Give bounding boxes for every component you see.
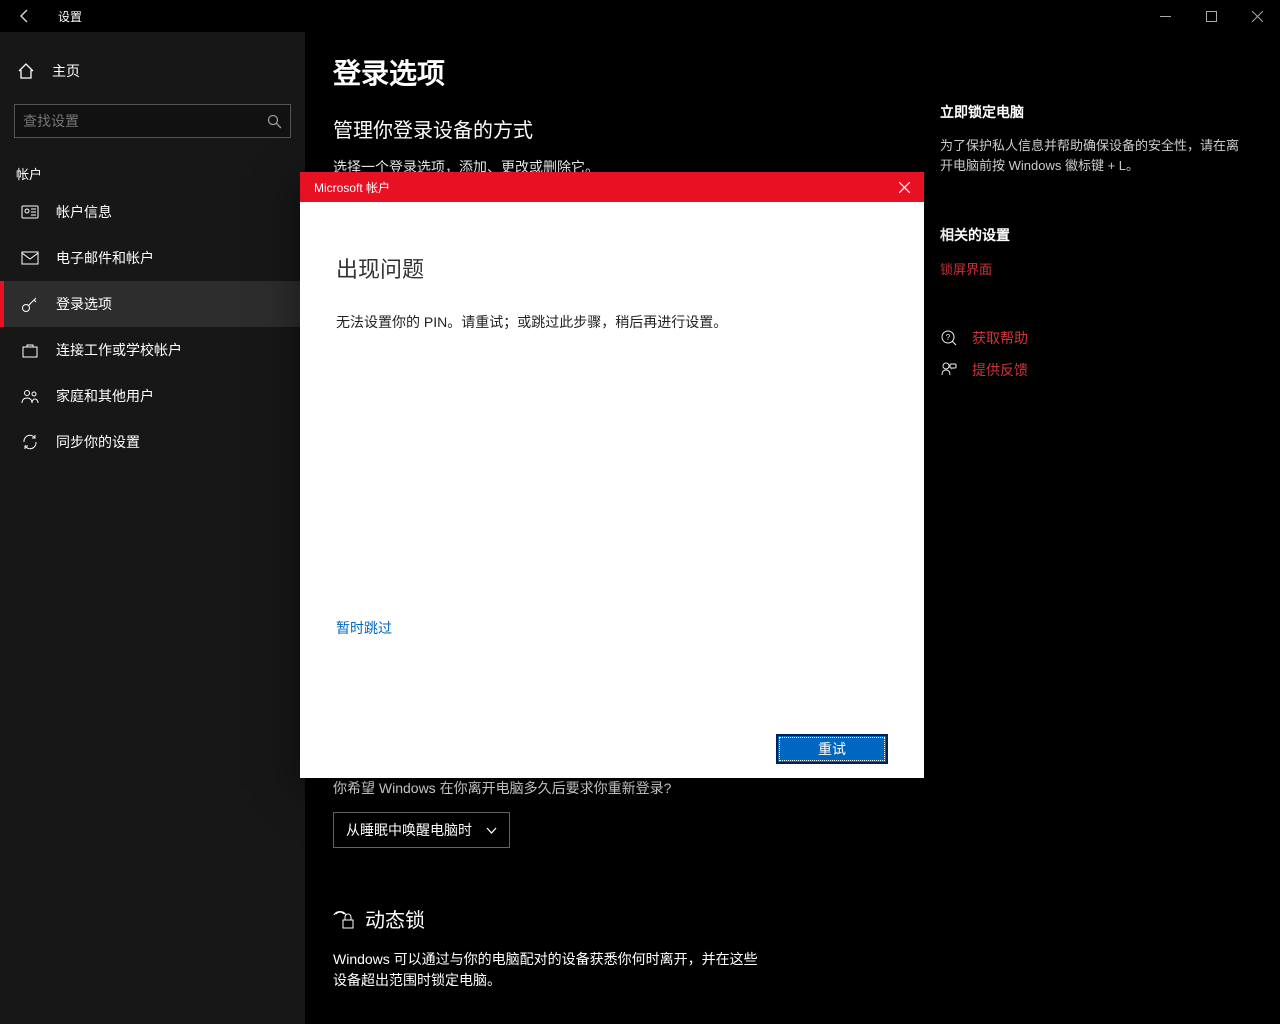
minimize-button[interactable] <box>1142 0 1188 32</box>
sidebar-item-work-school[interactable]: 连接工作或学校帐户 <box>0 327 305 373</box>
lockscreen-link[interactable]: 锁屏界面 <box>940 259 1240 278</box>
sync-icon <box>20 433 40 451</box>
dialog-header: Microsoft 帐户 <box>300 172 924 202</box>
search-icon <box>267 114 282 129</box>
key-icon <box>20 295 40 313</box>
page-title: 登录选项 <box>333 52 940 92</box>
sidebar-item-signin-options[interactable]: 登录选项 <box>0 281 305 327</box>
relogin-dropdown[interactable]: 从睡眠中唤醒电脑时 <box>333 812 510 848</box>
dialog-header-title: Microsoft 帐户 <box>314 179 390 196</box>
home-icon <box>16 62 36 80</box>
maximize-button[interactable] <box>1188 0 1234 32</box>
dialog-retry-button[interactable]: 重试 <box>776 734 888 764</box>
back-button[interactable] <box>10 1 40 31</box>
lock-heading: 立即锁定电脑 <box>940 102 1240 122</box>
account-info-icon <box>20 203 40 221</box>
search-box[interactable] <box>14 104 291 138</box>
chevron-down-icon <box>486 825 497 836</box>
sidebar-item-account-info[interactable]: 帐户信息 <box>0 189 305 235</box>
titlebar: 设置 <box>0 0 1280 32</box>
sidebar-item-label: 电子邮件和帐户 <box>56 248 154 268</box>
dynamic-lock-title: 动态锁 <box>365 904 425 933</box>
sidebar-item-label: 家庭和其他用户 <box>56 386 154 406</box>
window-title: 设置 <box>58 8 82 25</box>
relogin-prompt: 你希望 Windows 在你离开电脑多久后要求你重新登录? <box>333 778 940 798</box>
sidebar-item-label: 同步你的设置 <box>56 432 140 452</box>
sidebar-section-label: 帐户 <box>16 164 305 183</box>
sidebar-item-email-accounts[interactable]: 电子邮件和帐户 <box>0 235 305 281</box>
give-feedback-label: 提供反馈 <box>972 360 1028 380</box>
relogin-dropdown-value: 从睡眠中唤醒电脑时 <box>346 820 472 840</box>
sidebar-item-label: 连接工作或学校帐户 <box>56 340 182 360</box>
dynamic-lock-icon <box>333 908 355 930</box>
svg-text:?: ? <box>946 333 951 342</box>
sidebar-item-label: 帐户信息 <box>56 202 112 222</box>
aside-panel: 立即锁定电脑 为了保护私人信息并帮助确保设备的安全性，请在离开电脑前按 Wind… <box>940 52 1240 1024</box>
dialog-skip-link[interactable]: 暂时跳过 <box>336 618 392 638</box>
briefcase-icon <box>20 341 40 359</box>
sidebar-item-sync[interactable]: 同步你的设置 <box>0 419 305 465</box>
search-input[interactable] <box>23 113 267 129</box>
dialog-body-text: 无法设置你的 PIN。请重试；或跳过此步骤，稍后再进行设置。 <box>336 312 888 332</box>
sidebar-item-label: 登录选项 <box>56 294 112 314</box>
sidebar-home[interactable]: 主页 <box>0 52 305 90</box>
get-help[interactable]: ? 获取帮助 <box>940 328 1240 348</box>
lock-text: 为了保护私人信息并帮助确保设备的安全性，请在离开电脑前按 Windows 徽标键… <box>940 136 1240 175</box>
microsoft-account-dialog: Microsoft 帐户 出现问题 无法设置你的 PIN。请重试；或跳过此步骤，… <box>300 172 924 778</box>
feedback-icon <box>940 361 960 379</box>
dynamic-lock-text: Windows 可以通过与你的电脑配对的设备获悉你何时离开，并在这些设备超出范围… <box>333 949 763 991</box>
sidebar: 主页 帐户 帐户信息 电子邮件和帐户 登录选项 <box>0 32 305 1024</box>
dialog-close-button[interactable] <box>884 172 924 202</box>
dialog-title: 出现问题 <box>336 252 888 284</box>
related-heading: 相关的设置 <box>940 225 1240 245</box>
dialog-retry-label: 重试 <box>818 739 846 759</box>
help-icon: ? <box>940 329 960 347</box>
sidebar-home-label: 主页 <box>52 61 80 81</box>
people-icon <box>20 387 40 405</box>
get-help-label: 获取帮助 <box>972 328 1028 348</box>
close-button[interactable] <box>1234 0 1280 32</box>
email-icon <box>20 249 40 267</box>
give-feedback[interactable]: 提供反馈 <box>940 360 1240 380</box>
window-controls <box>1142 0 1280 32</box>
manage-heading: 管理你登录设备的方式 <box>333 114 940 143</box>
sidebar-item-family-users[interactable]: 家庭和其他用户 <box>0 373 305 419</box>
